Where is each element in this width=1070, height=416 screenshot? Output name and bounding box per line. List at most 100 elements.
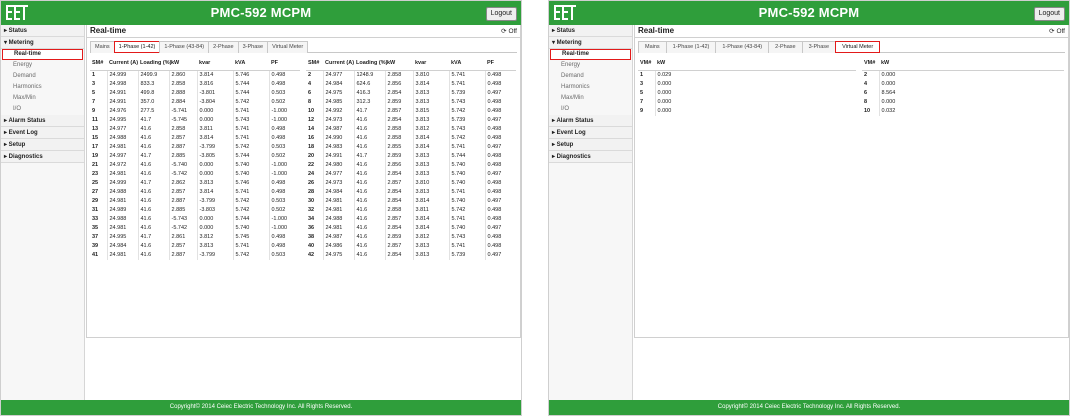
tab-virtual-meter[interactable]: Virtual Meter — [267, 41, 309, 53]
table-cell: 31 — [92, 206, 99, 213]
sidebar-diagnostics[interactable]: ▸ Diagnostics — [1, 151, 84, 163]
table-cell: 0.498 — [484, 97, 516, 107]
sidebar-alarm-status[interactable]: ▸ Alarm Status — [1, 115, 84, 127]
sidebar-setup[interactable]: ▸ Setup — [549, 139, 632, 151]
table-cell: 0.503 — [268, 196, 300, 206]
table-cell: 3.813 — [412, 160, 449, 170]
table-cell: 41.6 — [137, 133, 169, 143]
table-cell: 0.000 — [654, 97, 856, 107]
table-row: 26 24.973 41.6 2.857 3.810 5.740 0.498 — [306, 178, 516, 188]
table-row: 3 0.000 — [638, 79, 856, 89]
sidebar-item-harmonics[interactable]: Harmonics — [1, 82, 84, 93]
table-cell: 24.988 — [322, 214, 354, 224]
table-cell: 3.815 — [412, 106, 449, 116]
col-sm: SM# — [306, 58, 323, 71]
logout-button[interactable]: Logout — [485, 7, 517, 21]
table-cell: 32 — [308, 206, 315, 213]
table-row: 11 24.995 41.7 -5.745 0.000 5.743 -1.000 — [90, 115, 300, 125]
sidebar-metering[interactable]: ▾ Metering — [549, 37, 632, 49]
logout-button[interactable]: Logout — [1033, 7, 1065, 21]
table-cell: -5.742 — [168, 223, 197, 233]
table-cell: 8.564 — [878, 88, 1064, 98]
tab-2-phase[interactable]: 2-Phase — [208, 41, 239, 53]
table-cell: 3 — [640, 80, 644, 87]
sidebar-status[interactable]: ▸ Status — [1, 25, 84, 37]
table-cell: 16 — [308, 134, 315, 141]
table-cell: 5.744 — [448, 151, 485, 161]
sidebar-setup[interactable]: ▸ Setup — [1, 139, 84, 151]
tab-1-phase-43-84[interactable]: 1-Phase (43-84) — [159, 41, 210, 53]
sidebar-item-real-time[interactable]: Real-time — [550, 49, 631, 60]
table-row: 20 24.991 41.7 2.859 3.813 5.744 0.498 — [306, 151, 516, 161]
table-row: 6 8.564 — [862, 88, 1064, 98]
table-cell: 24.984 — [322, 187, 354, 197]
sidebar-item-demand[interactable]: Demand — [1, 71, 84, 82]
table-cell: 2.857 — [384, 106, 413, 116]
sidebar-item-max-min[interactable]: Max/Min — [549, 93, 632, 104]
sidebar-event-log[interactable]: ▸ Event Log — [549, 127, 632, 139]
sidebar-event-log[interactable]: ▸ Event Log — [1, 127, 84, 139]
table-cell: 3 — [92, 80, 96, 87]
table-cell: 39 — [92, 242, 99, 249]
auto-refresh-toggle[interactable]: ⟳ Off — [1049, 27, 1065, 35]
table-cell: 41.6 — [353, 124, 385, 134]
table-cell: 24.985 — [322, 97, 354, 107]
sidebar-item-io[interactable]: I/O — [549, 104, 632, 115]
sidebar-item-max-min[interactable]: Max/Min — [1, 93, 84, 104]
table-cell: 41.6 — [353, 196, 385, 206]
table-cell: 2.854 — [384, 169, 413, 179]
table-cell: -1.000 — [268, 160, 300, 170]
table-cell: 0.000 — [196, 115, 233, 125]
table-cell: 2.856 — [384, 160, 413, 170]
table-row: 5 0.000 — [638, 88, 856, 98]
table-cell: 24.980 — [322, 160, 354, 170]
tab-2-phase[interactable]: 2-Phase — [768, 41, 803, 53]
table-cell: 9 — [92, 107, 96, 114]
table-cell: 0.498 — [484, 70, 516, 80]
table-cell: 24.975 — [322, 88, 354, 98]
table-cell: 5.739 — [448, 115, 485, 125]
table-cell: 6 — [308, 89, 312, 96]
table-cell: 0.498 — [484, 106, 516, 116]
tab-virtual-meter[interactable]: Virtual Meter — [835, 41, 881, 53]
tab-1-phase-1-42[interactable]: 1-Phase (1-42) — [113, 41, 161, 53]
sidebar-alarm-status[interactable]: ▸ Alarm Status — [549, 115, 632, 127]
table-cell: 2.861 — [168, 232, 197, 242]
sidebar-item-io[interactable]: I/O — [1, 104, 84, 115]
tab-1-phase-43-84[interactable]: 1-Phase (43-84) — [715, 41, 770, 53]
table-cell: 24.981 — [106, 250, 138, 260]
refresh-label: Off — [508, 28, 517, 35]
tab-mains[interactable]: Mains — [90, 41, 115, 53]
table-cell: 2.857 — [168, 187, 197, 197]
table-cell: 41.6 — [137, 196, 169, 206]
table-cell: 3.814 — [412, 133, 449, 143]
table-cell: 24.992 — [322, 106, 354, 116]
table-cell: 24.981 — [106, 169, 138, 179]
sidebar-item-real-time[interactable]: Real-time — [2, 49, 83, 60]
sidebar-item-energy[interactable]: Energy — [1, 60, 84, 71]
table-cell: 0.498 — [268, 178, 300, 188]
table-row: 4 0.000 — [862, 79, 1064, 89]
table-cell: 4 — [864, 80, 868, 87]
auto-refresh-toggle[interactable]: ⟳ Off — [501, 27, 517, 35]
sidebar-item-demand[interactable]: Demand — [549, 71, 632, 82]
sidebar-item-harmonics[interactable]: Harmonics — [549, 82, 632, 93]
tab-3-phase[interactable]: 3-Phase — [237, 41, 269, 53]
table-cell: 2.857 — [168, 133, 197, 143]
sidebar-diagnostics[interactable]: ▸ Diagnostics — [549, 151, 632, 163]
table-cell: 5.741 — [448, 214, 485, 224]
table-cell: 11 — [92, 116, 98, 123]
tab-3-phase[interactable]: 3-Phase — [801, 41, 837, 53]
tab-mains[interactable]: Mains — [638, 41, 667, 53]
sidebar: ▸ Status ▾ Metering Real-time Energy Dem… — [1, 25, 85, 400]
table-cell: 2.858 — [168, 79, 197, 89]
app-title: PMC-592 MCPM — [758, 5, 860, 20]
table-cell: 2.856 — [384, 79, 413, 89]
sidebar-metering[interactable]: ▾ Metering — [1, 37, 84, 49]
table-cell: 5.740 — [232, 223, 269, 233]
tab-1-phase-1-42[interactable]: 1-Phase (1-42) — [665, 41, 717, 53]
sidebar-status[interactable]: ▸ Status — [549, 25, 632, 37]
table-cell: 5.741 — [448, 187, 485, 197]
sidebar-item-energy[interactable]: Energy — [549, 60, 632, 71]
table-cell: 24.977 — [322, 169, 354, 179]
